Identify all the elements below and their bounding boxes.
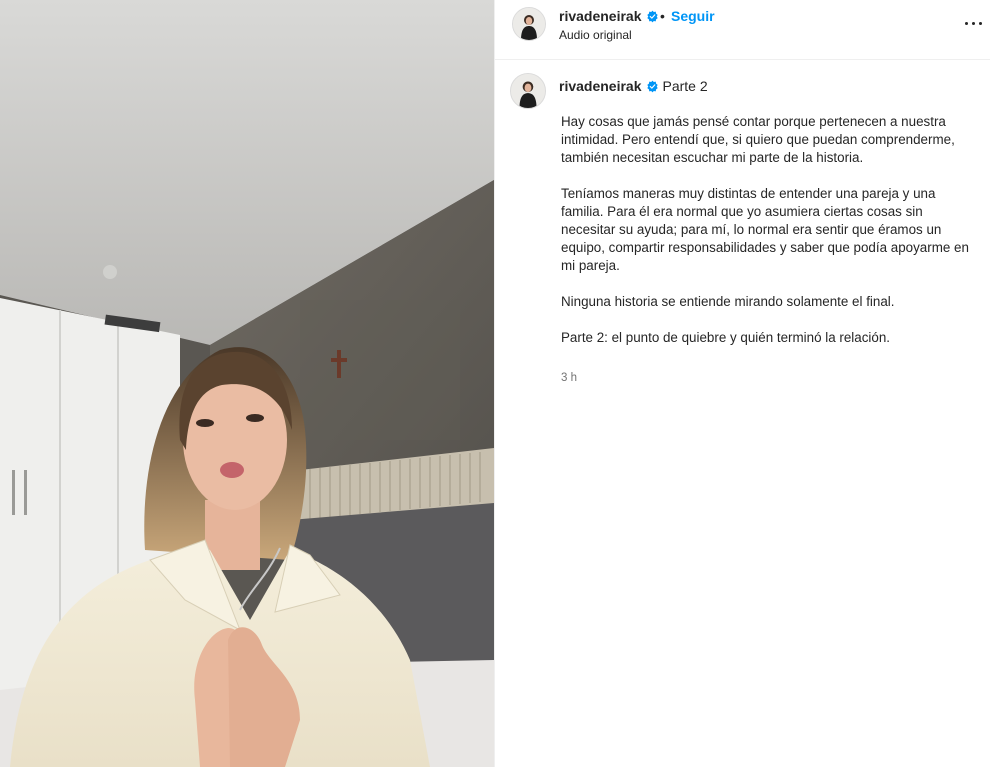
- post-header: rivadeneirak • Seguir Audio original: [495, 0, 990, 60]
- follow-button[interactable]: Seguir: [671, 8, 715, 24]
- post-side-panel: rivadeneirak • Seguir Audio original riv…: [494, 0, 990, 767]
- more-dot: [972, 22, 975, 25]
- caption-paragraph: Teníamos maneras muy distintas de entend…: [561, 186, 969, 273]
- header-separator: •: [660, 8, 665, 24]
- caption-author-avatar[interactable]: [510, 73, 546, 109]
- caption-paragraph: Parte 2: el punto de quiebre y quién ter…: [561, 330, 891, 345]
- caption-paragraph: Ninguna historia se entiende mirando sol…: [561, 294, 895, 309]
- caption-header: rivadeneirak Parte 2: [559, 78, 708, 94]
- more-dot: [979, 22, 982, 25]
- author-username-text: rivadeneirak: [559, 8, 642, 24]
- post-timestamp[interactable]: 3 h: [561, 372, 577, 384]
- verified-badge-icon: [646, 80, 658, 93]
- avatar-illustration: [511, 74, 545, 108]
- video-frame-illustration: [0, 0, 494, 767]
- author-username[interactable]: rivadeneirak: [559, 8, 659, 24]
- caption-title: Parte 2: [662, 78, 708, 94]
- original-audio-link[interactable]: Audio original: [559, 28, 632, 42]
- caption-body: Hay cosas que jamás pensé contar porque …: [561, 113, 971, 365]
- more-dot: [965, 22, 968, 25]
- caption-paragraph: Hay cosas que jamás pensé contar porque …: [561, 114, 955, 165]
- verified-badge-icon: [646, 10, 658, 23]
- reel-video[interactable]: [0, 0, 494, 767]
- more-options-icon[interactable]: [963, 12, 985, 34]
- caption-username[interactable]: rivadeneirak: [559, 78, 642, 94]
- author-avatar[interactable]: [512, 7, 546, 41]
- avatar-illustration: [513, 8, 545, 40]
